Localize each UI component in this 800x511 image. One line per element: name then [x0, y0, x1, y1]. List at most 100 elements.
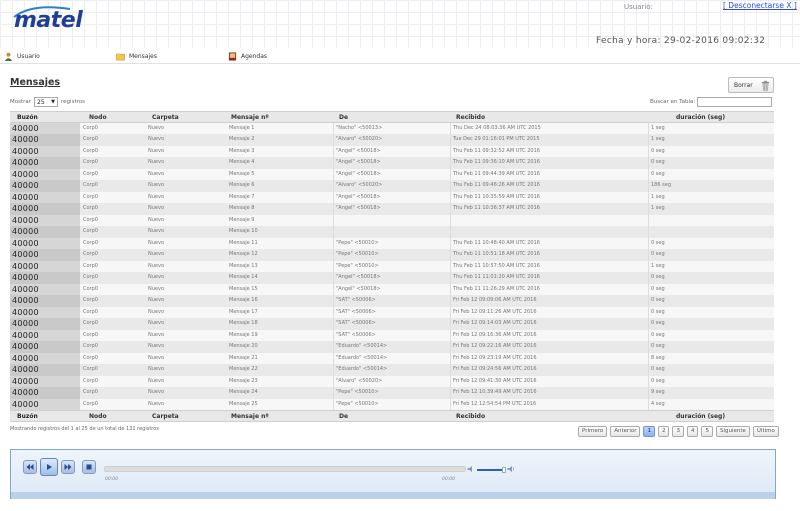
cell-carpeta: Nuevo	[148, 124, 165, 131]
table-row[interactable]: 40000 Corp0 Nuevo Mensaje 3 "Angel" <50018> T…	[10, 145, 774, 157]
column-header-recibido[interactable]: Recibido	[450, 411, 648, 423]
table-row[interactable]: 40000 Corp0 Nuevo Mensaje 12 "Pepe" <50010> T…	[10, 249, 774, 261]
table-row[interactable]: 40000 Corp0 Nuevo Mensaje 9	[10, 214, 774, 226]
column-header-buzon[interactable]: Buzón	[10, 411, 80, 423]
cell-carpeta: Nuevo	[148, 331, 165, 338]
last-page-button[interactable]: Último	[752, 426, 779, 437]
nav-item-agendas[interactable]: Agendas	[228, 50, 267, 62]
cell-buzon: 40000	[10, 341, 80, 353]
cell-recibido: Thu Feb 11 09:32:52 AM UTC 2016	[450, 145, 648, 157]
nav-item-mensajes[interactable]: Mensajes	[116, 50, 157, 62]
page-size-select[interactable]: 25 ▼	[34, 97, 59, 107]
first-page-button[interactable]: Primero	[578, 426, 608, 437]
table-row[interactable]: 40000 Corp0 Nuevo Mensaje 15 "Angel" <50018>…	[10, 283, 774, 295]
fast-forward-button[interactable]	[61, 460, 75, 474]
cell-mensaje: Mensaje 8	[229, 205, 255, 211]
table-row[interactable]: 40000 Corp0 Nuevo Mensaje 17 "SAT" <50006> Fr…	[10, 306, 774, 318]
column-header-de[interactable]: De	[333, 411, 449, 423]
cell-buzon: 40000	[10, 249, 80, 261]
search-input[interactable]	[697, 97, 773, 107]
cell-carpeta: Nuevo	[148, 308, 165, 315]
cell-mensaje: Mensaje 18	[229, 320, 258, 326]
user-icon	[4, 52, 13, 61]
table-row[interactable]: 40000 Corp0 Nuevo Mensaje 14 "Angel" <50018>…	[10, 272, 774, 284]
table-row[interactable]: 40000 Corp0 Nuevo Mensaje 1 "Nacho" <50013> T…	[10, 122, 774, 134]
cell-de: "SAT" <50006>	[333, 318, 449, 330]
volume-slider-handle[interactable]	[502, 467, 506, 473]
prev-page-button[interactable]: Anterior	[610, 426, 641, 437]
column-header-duracion[interactable]: duración (seg)	[648, 411, 774, 423]
table-row[interactable]: 40000 Corp0 Nuevo Mensaje 20 "Eduardo" <5001…	[10, 341, 774, 353]
cell-recibido: Fri Feb 12 09:23:19 AM UTC 2016	[450, 352, 648, 364]
cell-buzon: 40000	[10, 329, 80, 341]
cell-recibido: Thu Feb 11 09:44:39 AM UTC 2016	[450, 168, 648, 180]
table-row[interactable]: 40000 Corp0 Nuevo Mensaje 13 "Pepe" <50010> T…	[10, 260, 774, 272]
column-header-carpeta[interactable]: Carpeta	[148, 411, 228, 423]
table-row[interactable]: 40000 Corp0 Nuevo Mensaje 6 "Alvaro" <50020>…	[10, 180, 774, 192]
cell-carpeta: Nuevo	[148, 170, 165, 177]
audio-player: 00:00 00:00	[10, 449, 776, 499]
cell-nodo: Corp0	[83, 343, 98, 349]
cell-duracion: 0 seg	[648, 272, 774, 284]
cell-recibido: Fri Feb 12 09:24:56 AM UTC 2016	[450, 364, 648, 376]
table-row[interactable]: 40000 Corp0 Nuevo Mensaje 5 "Angel" <50018> T…	[10, 168, 774, 180]
table-row[interactable]: 40000 Corp0 Nuevo Mensaje 21 "Eduardo" <5001…	[10, 352, 774, 364]
volume-slider[interactable]	[477, 469, 503, 471]
table-row[interactable]: 40000 Corp0 Nuevo Mensaje 7 "Angel" <50018> T…	[10, 191, 774, 203]
rewind-button[interactable]	[23, 460, 37, 474]
cell-mensaje: Mensaje 15	[229, 285, 258, 292]
table-row[interactable]: 40000 Corp0 Nuevo Mensaje 18 "SAT" <50006> Fr…	[10, 318, 774, 330]
cell-de: "Pepe" <50010>	[333, 249, 449, 261]
page-button-5[interactable]: 5	[701, 426, 713, 437]
volume-mute-icon[interactable]	[467, 465, 475, 473]
table-row[interactable]: 40000 Corp0 Nuevo Mensaje 25 "Pepe" <50010> F…	[10, 398, 774, 410]
cell-nodo: Corp0	[83, 159, 98, 165]
page-button-4[interactable]: 4	[686, 426, 699, 437]
volume-max-icon[interactable]	[507, 465, 516, 473]
cell-carpeta: Nuevo	[148, 193, 165, 200]
page-button-2[interactable]: 2	[657, 426, 670, 437]
stop-button[interactable]	[82, 460, 96, 474]
cell-de: "Eduardo" <50014>	[333, 352, 449, 364]
cell-nodo: Corp0	[83, 124, 98, 131]
table-row[interactable]: 40000 Corp0 Nuevo Mensaje 16 "SAT" <50006> Fr…	[10, 295, 774, 307]
cell-mensaje: Mensaje 16	[229, 297, 258, 303]
cell-carpeta: Nuevo	[148, 262, 165, 269]
cell-mensaje: Mensaje 21	[229, 354, 258, 361]
seek-bar[interactable]	[104, 466, 466, 472]
table-header-row: Buzón Nodo Carpeta Mensaje nº De Recibido dura…	[10, 111, 774, 123]
cell-nodo: Corp0	[83, 377, 98, 384]
show-prefix: Mostrar	[10, 99, 32, 105]
table-row[interactable]: 40000 Corp0 Nuevo Mensaje 2 "Alvaro" <50020>…	[10, 134, 774, 146]
cell-mensaje: Mensaje 14	[229, 274, 258, 280]
cell-de: "Pepe" <50010>	[333, 237, 449, 249]
table-row[interactable]: 40000 Corp0 Nuevo Mensaje 19 "SAT" <50006> Fr…	[10, 329, 774, 341]
trash-icon	[761, 80, 769, 91]
cell-nodo: Corp0	[83, 228, 98, 234]
cell-buzon: 40000	[10, 375, 80, 387]
column-header-nodo[interactable]: Nodo	[83, 411, 149, 423]
cell-recibido: Fri Feb 12 09:22:16 AM UTC 2016	[450, 341, 648, 353]
nav-item-usuario[interactable]: Usuario	[4, 50, 40, 62]
table-row[interactable]: 40000 Corp0 Nuevo Mensaje 22 "Eduardo" <5001…	[10, 364, 774, 376]
cell-nodo: Corp0	[83, 308, 98, 315]
cell-carpeta: Nuevo	[148, 205, 165, 211]
cell-duracion: 1 seg	[648, 134, 774, 146]
table-row[interactable]: 40000 Corp0 Nuevo Mensaje 10	[10, 226, 774, 238]
delete-button[interactable]: Borrar	[728, 77, 774, 93]
page-button-1[interactable]: 1	[643, 426, 655, 437]
table-row[interactable]: 40000 Corp0 Nuevo Mensaje 24 "Pepe" <50010> F…	[10, 387, 774, 399]
cell-nodo: Corp0	[83, 170, 98, 177]
table-row[interactable]: 40000 Corp0 Nuevo Mensaje 23 "Alvaro" <50020…	[10, 375, 774, 387]
table-row[interactable]: 40000 Corp0 Nuevo Mensaje 8 "Angel" <50018> T…	[10, 203, 774, 215]
cell-carpeta: Nuevo	[148, 251, 165, 257]
logout-link[interactable]: [ Desconectarse X ]	[723, 1, 797, 10]
cell-buzon: 40000	[10, 387, 80, 399]
player-status-bar	[11, 492, 775, 499]
table-row[interactable]: 40000 Corp0 Nuevo Mensaje 11 "Pepe" <50010> T…	[10, 237, 774, 249]
column-header-mensaje[interactable]: Mensaje nº	[229, 411, 333, 423]
next-page-button[interactable]: Siguiente	[715, 426, 750, 437]
table-row[interactable]: 40000 Corp0 Nuevo Mensaje 4 "Angel" <50018> T…	[10, 157, 774, 169]
play-button[interactable]	[40, 458, 58, 476]
page-button-3[interactable]: 3	[672, 426, 684, 437]
